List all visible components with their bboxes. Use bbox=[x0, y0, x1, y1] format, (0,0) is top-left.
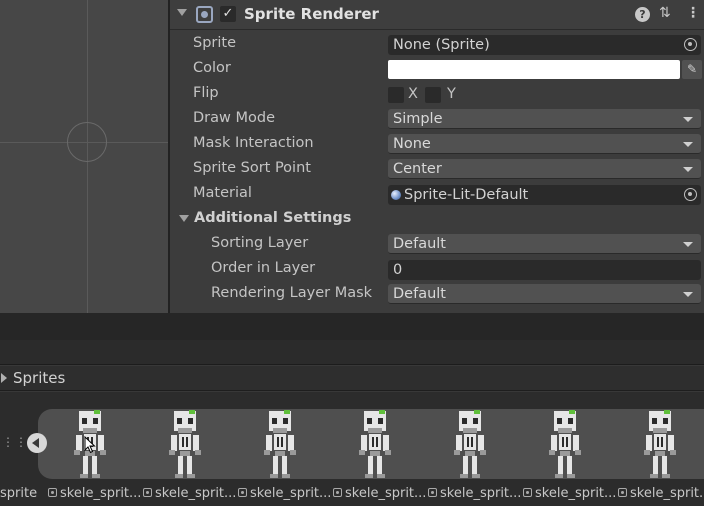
chevron-down-icon bbox=[683, 117, 693, 122]
frame-label[interactable]: skele_sprit... bbox=[523, 486, 616, 501]
presets-icon[interactable]: ⇅ bbox=[659, 5, 671, 21]
sprite-sort-point-dropdown[interactable]: Center bbox=[388, 159, 701, 179]
draw-mode-dropdown[interactable]: Simple bbox=[388, 109, 701, 129]
draw-mode-value: Simple bbox=[393, 111, 443, 127]
previous-frame-button[interactable] bbox=[27, 433, 47, 453]
component-enabled-checkbox[interactable]: ✓ bbox=[220, 6, 236, 22]
flip-label: Flip bbox=[193, 85, 219, 101]
skeleton-sprite-frame[interactable] bbox=[165, 410, 205, 480]
rendering-layer-mask-dropdown[interactable]: Default bbox=[388, 284, 701, 304]
frame-label-partial[interactable]: sprite bbox=[0, 486, 37, 501]
sprite-renderer-icon bbox=[196, 6, 213, 23]
chevron-down-icon bbox=[683, 292, 693, 297]
rendering-layer-mask-label: Rendering Layer Mask bbox=[211, 285, 373, 301]
sprite-asset-icon bbox=[333, 488, 342, 497]
additional-settings-foldout-icon[interactable] bbox=[179, 215, 189, 222]
frame-label-text: skele_sprit... bbox=[60, 486, 142, 501]
flip-y-label: Y bbox=[447, 86, 456, 102]
frame-label-text: skele_sprit... bbox=[155, 486, 237, 501]
chevron-right-icon[interactable] bbox=[1, 373, 7, 383]
order-in-layer-input[interactable]: 0 bbox=[388, 260, 701, 280]
frame-label[interactable]: skele_sprit... bbox=[333, 486, 426, 501]
sprites-track-title: Sprites bbox=[13, 369, 66, 387]
frame-label[interactable]: skele_sprit... bbox=[428, 486, 521, 501]
skeleton-sprite-icon bbox=[454, 410, 486, 478]
mask-interaction-value: None bbox=[393, 136, 431, 152]
frame-label-text: skele_sprit... bbox=[345, 486, 427, 501]
frame-label-text: skele_sprit... bbox=[250, 486, 332, 501]
frame-label-text: skele_sprit... bbox=[440, 486, 522, 501]
sprite-label: Sprite bbox=[193, 35, 237, 51]
timeline-toolbar bbox=[0, 340, 704, 365]
sprite-object-field[interactable]: None (Sprite) bbox=[388, 35, 701, 55]
skeleton-sprite-icon bbox=[264, 410, 296, 478]
scene-view[interactable] bbox=[0, 0, 168, 313]
sorting-layer-dropdown[interactable]: Default bbox=[388, 234, 701, 254]
object-picker-icon[interactable] bbox=[684, 188, 697, 201]
skeleton-sprite-frame[interactable] bbox=[355, 410, 395, 480]
object-picker-icon[interactable] bbox=[684, 38, 697, 51]
draw-mode-label: Draw Mode bbox=[193, 110, 275, 126]
sprite-field-value: None (Sprite) bbox=[393, 37, 490, 53]
sprite-sort-point-value: Center bbox=[393, 161, 442, 177]
material-label: Material bbox=[193, 185, 252, 201]
additional-settings-title[interactable]: Additional Settings bbox=[194, 210, 351, 226]
rendering-layer-mask-value: Default bbox=[393, 286, 446, 302]
order-in-layer-label: Order in Layer bbox=[211, 260, 316, 276]
sprite-asset-icon bbox=[238, 488, 247, 497]
mask-interaction-dropdown[interactable]: None bbox=[388, 134, 701, 154]
skeleton-sprite-frame[interactable] bbox=[545, 410, 585, 480]
help-icon[interactable]: ? bbox=[635, 7, 650, 22]
mask-interaction-label: Mask Interaction bbox=[193, 135, 314, 151]
frame-label-text: skele_sprit... bbox=[630, 486, 704, 501]
pivot-gizmo[interactable] bbox=[67, 122, 107, 162]
sorting-layer-label: Sorting Layer bbox=[211, 235, 309, 251]
eyedropper-icon[interactable]: ✎ bbox=[682, 60, 702, 79]
frame-label[interactable]: skele_sprit... bbox=[618, 486, 704, 501]
chevron-down-icon bbox=[683, 142, 693, 147]
sprite-sort-point-label: Sprite Sort Point bbox=[193, 160, 311, 176]
component-menu-icon[interactable]: ⋮ bbox=[686, 5, 700, 21]
skeleton-sprite-frame[interactable] bbox=[260, 410, 300, 480]
material-sphere-icon bbox=[391, 190, 401, 200]
skeleton-sprite-icon bbox=[169, 410, 201, 478]
frame-label[interactable]: skele_sprit... bbox=[143, 486, 236, 501]
flip-x-checkbox[interactable] bbox=[388, 87, 404, 103]
mouse-cursor-icon bbox=[84, 436, 96, 454]
inspector-panel: ✓ Sprite Renderer ? ⇅ ⋮ Sprite None (Spr… bbox=[170, 0, 704, 313]
skeleton-sprite-frame[interactable] bbox=[450, 410, 490, 480]
sprite-asset-icon bbox=[428, 488, 437, 497]
frame-label[interactable]: skele_sprit... bbox=[238, 486, 331, 501]
foldout-arrow-icon[interactable] bbox=[177, 9, 187, 16]
chevron-down-icon bbox=[683, 167, 693, 172]
component-header[interactable]: ✓ Sprite Renderer ? ⇅ ⋮ bbox=[170, 0, 704, 30]
sprites-track-header[interactable]: Sprites bbox=[0, 366, 704, 391]
chevron-down-icon bbox=[683, 242, 693, 247]
sprite-asset-icon bbox=[143, 488, 152, 497]
sprite-asset-icon bbox=[618, 488, 627, 497]
order-in-layer-value: 0 bbox=[393, 262, 403, 278]
skeleton-sprite-icon bbox=[549, 410, 581, 478]
color-label: Color bbox=[193, 60, 231, 76]
flip-y-checkbox[interactable] bbox=[425, 87, 441, 103]
sprite-asset-icon bbox=[523, 488, 532, 497]
material-object-field[interactable]: Sprite-Lit-Default bbox=[388, 185, 701, 205]
skeleton-sprite-frame[interactable] bbox=[640, 410, 680, 480]
sorting-layer-value: Default bbox=[393, 236, 446, 252]
color-swatch-field[interactable] bbox=[388, 60, 680, 79]
sprite-asset-icon bbox=[48, 488, 57, 497]
frame-label[interactable]: skele_sprit... bbox=[48, 486, 141, 501]
frame-label-text: skele_sprit... bbox=[535, 486, 617, 501]
component-title: Sprite Renderer bbox=[244, 5, 379, 23]
flip-x-label: X bbox=[408, 86, 418, 102]
material-field-value: Sprite-Lit-Default bbox=[404, 187, 529, 203]
skeleton-sprite-icon bbox=[359, 410, 391, 478]
skeleton-sprite-icon bbox=[644, 410, 676, 478]
panel-separator bbox=[0, 313, 704, 340]
